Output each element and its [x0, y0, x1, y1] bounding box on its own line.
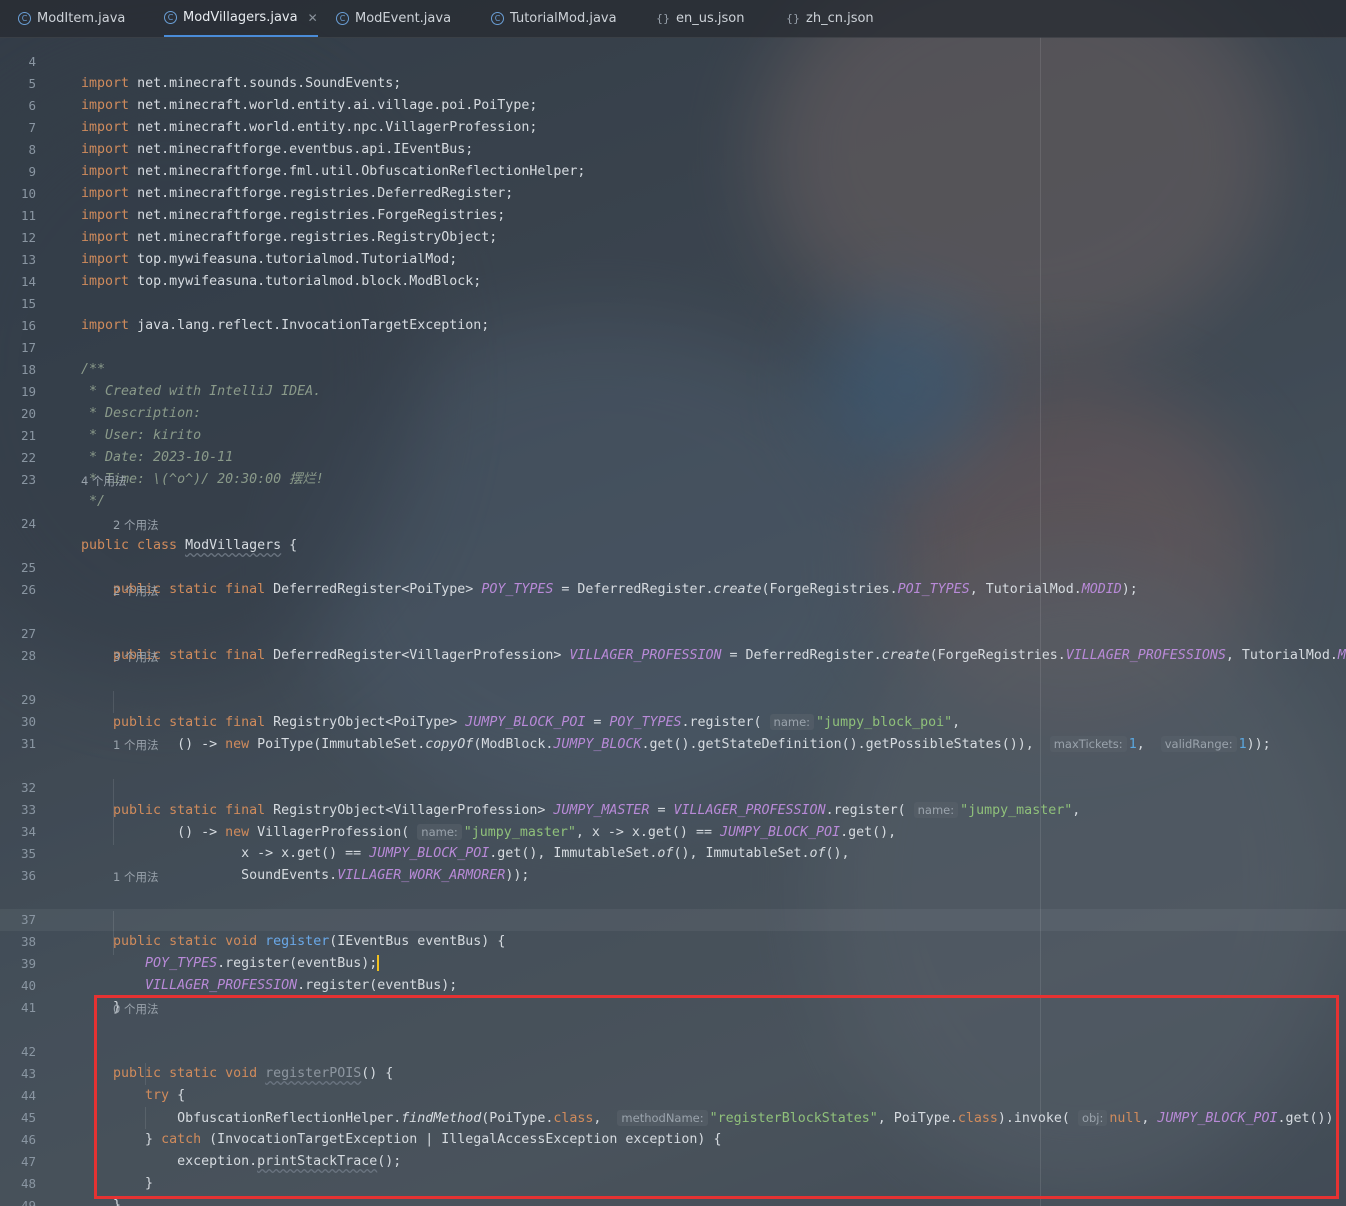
code-line: 15 import java.lang.reflect.InvocationTa… [0, 271, 489, 333]
usage-hint[interactable]: 0 个用法 [113, 998, 158, 1020]
tab-tutorialmod[interactable]: C TutorialMod.java [491, 0, 617, 37]
param-hint: name: [913, 802, 959, 818]
tab-modvillagers[interactable]: C ModVillagers.java ✕ [164, 0, 318, 37]
code-line: 31 [0, 711, 36, 751]
code-line: 11 import net.minecraftforge.registries.… [0, 183, 497, 245]
code-line: 40 } [0, 953, 121, 1015]
line-number: 31 [20, 736, 36, 751]
code-line: 4 import net.minecraft.sounds.SoundEvent… [0, 37, 401, 91]
code-line: 37 public static void register(IEventBus… [0, 887, 505, 949]
tab-zh-cn-json[interactable]: {} zh_cn.json [786, 0, 874, 37]
java-class-icon: C [491, 12, 504, 25]
code-line: 22 * Time: \(^o^)/ 20:30:00 摆烂! [0, 425, 324, 487]
line-number: 24 [20, 516, 36, 531]
code-line: 45 } catch (InvocationTargetException | … [0, 1085, 722, 1147]
param-hint: name: [769, 714, 815, 730]
code-line: 13 import top.mywifeasuna.tutorialmod.bl… [0, 227, 481, 289]
param-hint: obj: [1077, 1110, 1108, 1126]
code-line: 36 [0, 843, 36, 883]
code-line: 27 public static final DeferredRegister<… [0, 601, 1346, 663]
code-line: 30 () -> new PoiType(ImmutableSet.copyOf… [0, 689, 1271, 752]
usage-hint[interactable]: 3 个用法 [113, 646, 158, 668]
code-line: 34 x -> x.get() == JUMPY_BLOCK_POI.get()… [0, 799, 850, 861]
code-line: 50 [0, 1195, 32, 1206]
code-line: 25 public static final DeferredRegister<… [0, 535, 1138, 597]
line-number: 23 [20, 472, 36, 487]
usage-hint[interactable]: 2 个用法 [113, 580, 158, 602]
usage-hint[interactable]: 1 个用法 [113, 866, 158, 888]
code-line: 39 VILLAGER_PROFESSION.register(eventBus… [0, 931, 457, 993]
code-line: 17 /** [0, 315, 105, 377]
code-line: 41 [0, 975, 36, 1015]
code-line: 5 import net.minecraft.world.entity.ai.v… [0, 51, 537, 113]
code-line: 10 import net.minecraftforge.registries.… [0, 161, 505, 223]
code-line: 42 public static void registerPOIS() { [0, 1019, 393, 1081]
usage-hint[interactable]: 1 个用法 [113, 734, 158, 756]
tab-label: ModVillagers.java [183, 10, 298, 25]
usage-hint[interactable]: 4 个用法 [81, 470, 126, 492]
code-line: 32 public static final RegistryObject<Vi… [0, 755, 1080, 818]
code-line: 12 import top.mywifeasuna.tutorialmod.Tu… [0, 205, 457, 267]
java-class-icon: C [336, 12, 349, 25]
json-file-icon: {} [656, 12, 670, 25]
tab-label: zh_cn.json [806, 11, 874, 26]
code-line: 43 try { [0, 1041, 185, 1103]
line-number: 36 [20, 868, 36, 883]
param-hint: name: [417, 824, 462, 840]
code-line: 49 } [0, 1173, 36, 1206]
tab-moditem[interactable]: C ModItem.java [18, 0, 125, 37]
param-hint: validRange: [1160, 736, 1237, 752]
code-line: 21 * Date: 2023-10-11 [0, 403, 233, 465]
line-number: 28 [20, 648, 36, 663]
code-line: 47 } [0, 1129, 153, 1191]
code-line: 35 SoundEvents.VILLAGER_WORK_ARMORER)); [0, 821, 529, 883]
line-number: 41 [20, 1000, 36, 1015]
code-line: 23 */ [0, 447, 105, 509]
tab-label: TutorialMod.java [510, 11, 617, 26]
tab-label: ModEvent.java [355, 11, 452, 26]
code-line: 33 () -> new VillagerProfession( name: "j… [0, 777, 896, 840]
code-line: 46 exception.printStackTrace(); [0, 1107, 401, 1169]
tab-modevent[interactable]: C ModEvent.java [336, 0, 451, 37]
code-line: 19 * Description: [0, 359, 201, 421]
code-line: 16 [0, 293, 36, 333]
java-class-icon: C [164, 11, 177, 24]
code-line: 38 POY_TYPES.register(eventBus); [0, 909, 380, 971]
code-line: 28 [0, 623, 36, 663]
code-line: 18 * Created with IntelliJ IDEA. [0, 337, 321, 399]
usage-hint[interactable]: 2 个用法 [113, 514, 158, 536]
code-line: 8 import net.minecraftforge.fml.util.Obf… [0, 117, 585, 179]
code-line: 9 import net.minecraftforge.registries.D… [0, 139, 513, 201]
tab-label: ModItem.java [37, 11, 126, 26]
code-line: 44 ObfuscationReflectionHelper.findMetho… [0, 1063, 1342, 1126]
code-line: 6 import net.minecraft.world.entity.npc.… [0, 73, 537, 135]
editor-tab-bar: C ModItem.java C ModVillagers.java ✕ C M… [0, 0, 1346, 38]
text-caret [377, 955, 380, 971]
code-line: 26 [0, 557, 36, 597]
java-class-icon: C [18, 12, 31, 25]
code-editor[interactable]: 4 import net.minecraft.sounds.SoundEvent… [0, 37, 1346, 1206]
code-line: 29 public static final RegistryObject<Po… [0, 667, 960, 730]
param-hint: maxTickets: [1049, 736, 1127, 752]
code-line: 20 * User: kirito [0, 381, 201, 443]
tab-en-us-json[interactable]: {} en_us.json [656, 0, 744, 37]
code-line: 24 public class ModVillagers { [0, 491, 297, 553]
code-line: 14 [0, 249, 36, 289]
code-line: 7 import net.minecraftforge.eventbus.api… [0, 95, 473, 157]
code-line: 48 } [0, 1151, 121, 1206]
line-number: 26 [20, 582, 36, 597]
param-hint: methodName: [617, 1110, 708, 1126]
close-icon[interactable]: ✕ [308, 11, 318, 25]
json-file-icon: {} [786, 12, 800, 25]
tab-label: en_us.json [676, 11, 745, 26]
